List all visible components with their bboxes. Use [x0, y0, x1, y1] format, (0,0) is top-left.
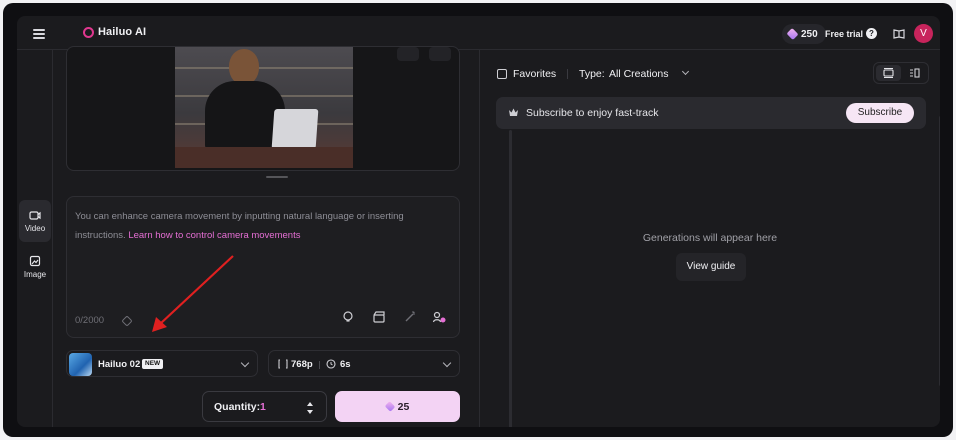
left-rail: Video Image [17, 50, 53, 427]
chevron-down-icon [681, 67, 690, 76]
credit-gem-icon [786, 27, 799, 41]
scrollbar[interactable] [939, 116, 940, 386]
resize-handle[interactable] [266, 176, 288, 178]
logo-mark-icon [83, 26, 94, 38]
lightbulb-icon[interactable] [341, 310, 355, 324]
chevron-down-icon [442, 358, 452, 368]
model-name: Hailuo 02 [98, 359, 141, 370]
app-window: Hailuo AI 250 Free trial ? V Video Image… [17, 16, 940, 427]
resolution-icon [278, 359, 288, 369]
browser-frame: Hailuo AI 250 Free trial ? V Video Image… [3, 3, 953, 437]
char-count: 0/2000 [75, 315, 105, 326]
credit-gem-icon [384, 401, 395, 412]
generate-cost: 25 [397, 400, 410, 413]
rail-item-label: Image [23, 270, 47, 279]
generate-button[interactable]: 25 [335, 391, 460, 422]
top-bar: Hailuo AI 250 Free trial ? V [17, 16, 940, 50]
generations-panel: Favorites Type: All Creations Subscribe … [480, 50, 940, 427]
logo-text: Hailuo AI [98, 26, 147, 38]
create-panel: You can enhance camera movement by input… [53, 46, 512, 427]
view-guide-button[interactable]: View guide [676, 253, 746, 281]
logo[interactable]: Hailuo AI [83, 26, 146, 38]
camera-movement-icon[interactable] [432, 310, 446, 324]
model-selector[interactable]: Hailuo 02 NEW [66, 350, 258, 377]
clapperboard-icon[interactable] [372, 310, 386, 324]
reference-image [175, 47, 353, 168]
image-icon [29, 255, 41, 267]
avatar[interactable]: V [914, 24, 933, 43]
panel-view-button[interactable] [902, 65, 927, 81]
reference-image-card[interactable] [66, 46, 460, 171]
prompt-box[interactable]: You can enhance camera movement by input… [66, 196, 460, 338]
help-icon[interactable]: ? [866, 28, 877, 39]
duration-value: 6s [340, 359, 351, 370]
credits-balance[interactable]: 250 [782, 24, 826, 44]
stepper-arrows-icon[interactable] [306, 400, 314, 416]
camera-movement-help-link[interactable]: Learn how to control camera movements [128, 230, 300, 241]
model-thumbnail [69, 353, 92, 376]
chevron-down-icon [240, 358, 250, 368]
list-view-button[interactable] [876, 65, 901, 81]
type-filter-dropdown[interactable]: All Creations [609, 68, 669, 80]
free-trial-link[interactable]: Free trial [825, 29, 863, 39]
clock-icon [326, 359, 336, 369]
subscribe-button[interactable]: Subscribe [846, 103, 914, 123]
delete-image-button[interactable] [429, 47, 451, 61]
video-icon [29, 211, 41, 220]
view-toggle [873, 62, 929, 84]
type-label: Type: [579, 68, 605, 80]
rail-item-video[interactable]: Video [19, 200, 51, 242]
quantity-label: Quantity: [214, 401, 261, 413]
favorites-label[interactable]: Favorites [513, 68, 556, 80]
credits-count: 250 [801, 28, 818, 40]
banner-text: Subscribe to enjoy fast-track [526, 107, 659, 119]
crown-icon [509, 108, 518, 116]
prompt-input[interactable]: You can enhance camera movement by input… [75, 207, 445, 245]
rail-item-label: Video [24, 224, 46, 233]
rail-item-image[interactable]: Image [19, 246, 51, 288]
favorites-checkbox[interactable] [497, 69, 507, 79]
quantity-value: 1 [260, 401, 266, 413]
video-settings-selector[interactable]: 768p 6s [268, 350, 460, 377]
menu-icon[interactable] [33, 29, 45, 39]
new-badge: NEW [142, 359, 164, 369]
book-icon[interactable] [893, 28, 905, 39]
panel-view-icon [910, 68, 920, 78]
empty-state-text: Generations will appear here [642, 232, 778, 244]
resolution-value: 768p [291, 359, 313, 370]
quantity-stepper[interactable]: Quantity: 1 [202, 391, 327, 422]
magic-wand-icon[interactable] [403, 310, 417, 324]
edit-image-button[interactable] [397, 47, 419, 61]
eraser-icon[interactable] [121, 315, 133, 327]
list-view-icon [883, 68, 894, 78]
filter-divider [567, 69, 568, 79]
subscribe-banner: Subscribe to enjoy fast-track Subscribe [496, 97, 926, 129]
